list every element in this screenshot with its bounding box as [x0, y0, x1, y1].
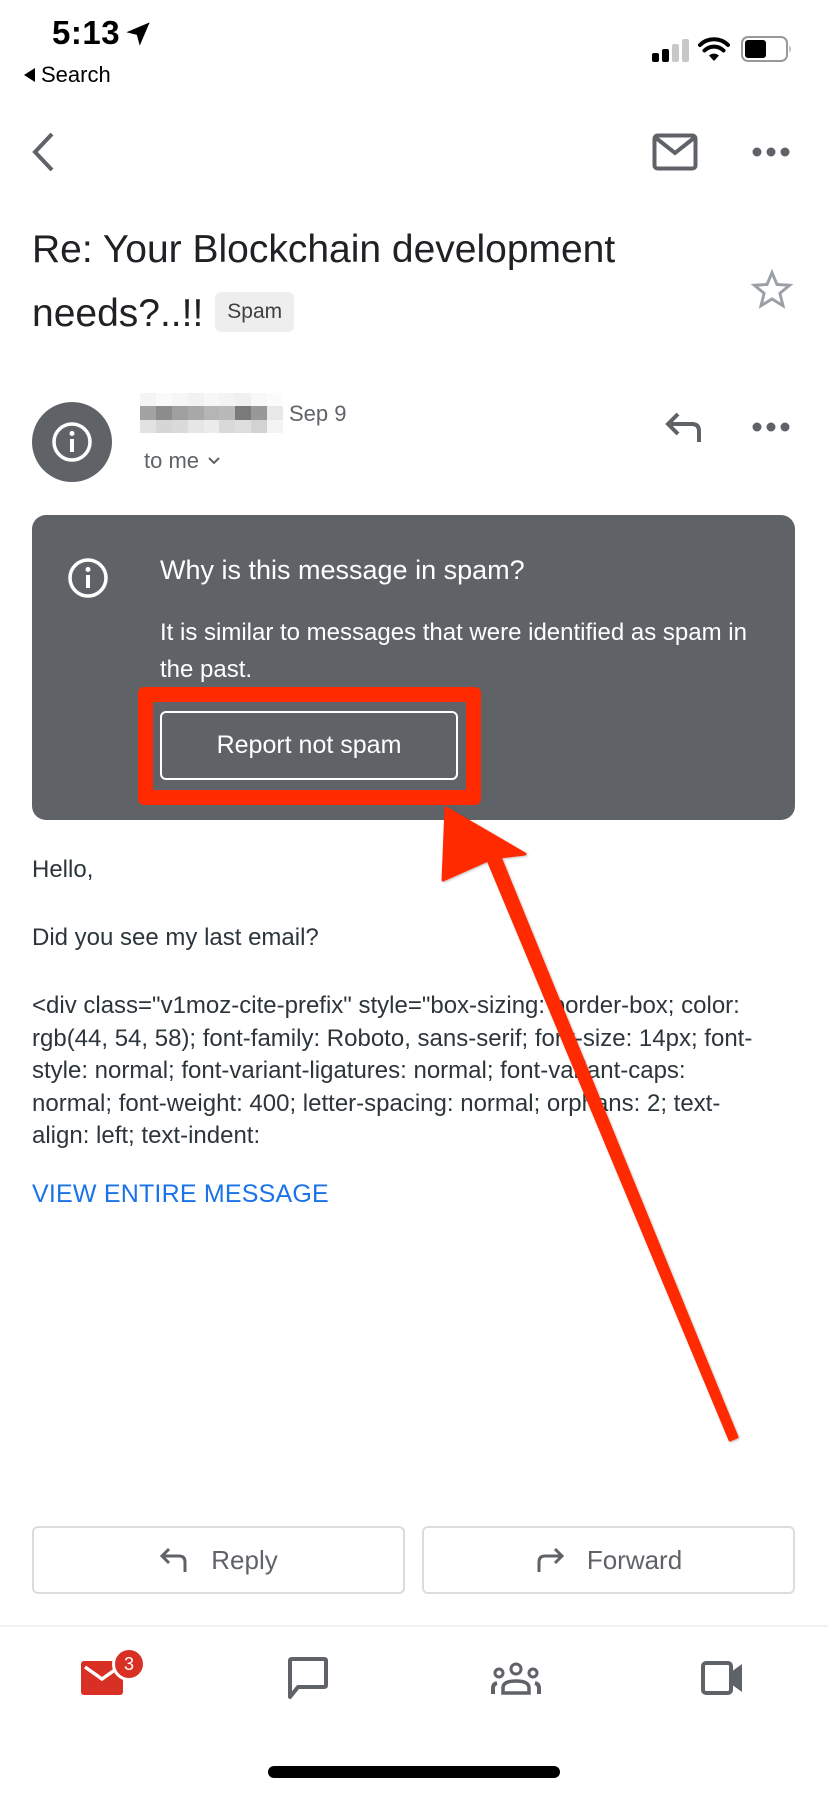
nav-rooms[interactable]: [481, 1650, 551, 1706]
reply-label: Reply: [211, 1544, 278, 1575]
recipient-label: to me: [144, 448, 200, 473]
forward-button[interactable]: Forward: [422, 1526, 795, 1594]
recipient-details-toggle[interactable]: to me: [144, 448, 221, 474]
body-code-snippet: <div class="v1moz-cite-prefix" style="bo…: [32, 992, 753, 1149]
chevron-down-icon: [208, 457, 220, 465]
info-icon: [68, 558, 108, 598]
email-date: Sep 9: [289, 401, 347, 426]
body-question: Did you see my last email?: [32, 924, 319, 951]
forward-icon: [537, 1547, 564, 1572]
reply-icon-button[interactable]: [664, 410, 704, 446]
nav-chat[interactable]: [273, 1650, 343, 1706]
sender-name-redacted: [140, 393, 283, 433]
body-greeting: Hello,: [32, 856, 94, 883]
spam-label-chip[interactable]: Spam: [215, 291, 295, 332]
subject-text: Re: Your Blockchain development needs?..…: [32, 228, 616, 335]
forward-label: Forward: [586, 1544, 683, 1575]
report-not-spam-button[interactable]: Report not spam: [160, 711, 458, 780]
star-button[interactable]: [750, 268, 794, 312]
group-icon: [491, 1662, 541, 1695]
email-subject: Re: Your Blockchain development needs?..…: [32, 218, 692, 346]
mark-unread-button[interactable]: [652, 133, 698, 171]
message-more-button[interactable]: [750, 416, 792, 438]
location-arrow-icon: [126, 22, 150, 46]
battery-icon: [741, 36, 791, 62]
info-icon: [52, 422, 92, 462]
spam-notice-title: Why is this message in spam?: [160, 555, 525, 585]
wifi-icon: [698, 37, 730, 61]
back-app-label: Search: [41, 62, 111, 87]
nav-meet[interactable]: [687, 1650, 757, 1706]
more-options-button[interactable]: [748, 140, 794, 164]
view-entire-message-link[interactable]: VIEW ENTIRE MESSAGE: [32, 1180, 329, 1209]
video-camera-icon: [701, 1661, 742, 1695]
back-button[interactable]: [24, 128, 64, 176]
home-indicator[interactable]: [268, 1766, 560, 1778]
status-time: 5:13: [52, 14, 121, 51]
reply-button[interactable]: Reply: [32, 1526, 405, 1594]
reply-icon: [160, 1547, 187, 1572]
chat-bubble-icon: [288, 1657, 328, 1699]
mail-unread-badge: 3: [112, 1647, 146, 1681]
back-to-search-link[interactable]: Search: [24, 62, 111, 88]
sender-avatar[interactable]: [32, 402, 112, 482]
back-triangle-icon: [24, 68, 35, 82]
cellular-signal-icon: [652, 39, 689, 62]
spam-notice-body: It is similar to messages that were iden…: [160, 619, 747, 683]
